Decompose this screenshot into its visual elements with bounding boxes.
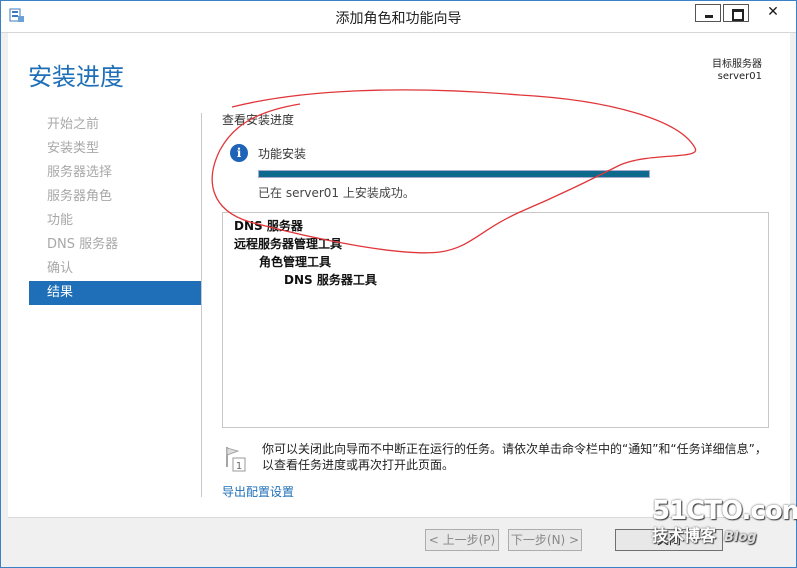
export-config-link[interactable]: 导出配置设置 — [222, 483, 294, 500]
result-item: 远程服务器管理工具 — [234, 237, 343, 251]
nav-item-installation-type: 安装类型 — [47, 141, 100, 156]
nav-item-confirmation: 确认 — [47, 261, 74, 276]
page-title: 安装进度 — [28, 63, 124, 91]
result-item: DNS 服务器 — [234, 219, 303, 233]
target-server-label: 目标服务器 — [712, 59, 762, 70]
wizard-content: 安装进度 目标服务器 server01 开始之前 安装类型 服务器选择 服务器角… — [8, 33, 790, 517]
wizard-window: 添加角色和功能向导 ✕ 安装进度 目标服务器 server01 开始之前 安装类… — [0, 0, 797, 568]
results-list: DNS 服务器 远程服务器管理工具 角色管理工具 DNS 服务器工具 — [222, 212, 769, 428]
wizard-nav: 开始之前 安装类型 服务器选择 服务器角色 功能 DNS 服务器 确认 结果 — [29, 113, 201, 305]
target-server: 目标服务器 server01 — [712, 59, 762, 83]
maximize-button[interactable] — [723, 4, 749, 22]
nav-item-features: 功能 — [47, 213, 74, 228]
info-icon: i — [230, 144, 248, 162]
nav-item-server-selection: 服务器选择 — [47, 165, 113, 180]
result-item: DNS 服务器工具 — [284, 273, 377, 287]
target-server-name: server01 — [717, 71, 762, 82]
result-item: 角色管理工具 — [259, 255, 332, 269]
background-task-note: 你可以关闭此向导而不中断正在运行的任务。请依次单击命令栏中的“通知”和“任务详细… — [262, 442, 767, 472]
title-bar: 添加角色和功能向导 ✕ — [1, 1, 796, 33]
svg-text:1: 1 — [236, 461, 242, 472]
nav-item-server-roles: 服务器角色 — [47, 189, 113, 204]
site-watermark: 51CTO.com 技术博客 Blog — [652, 496, 797, 546]
next-button[interactable]: 下一步(N) > — [508, 529, 582, 551]
maximize-icon — [724, 5, 748, 21]
progress-fill — [259, 171, 649, 177]
previous-button[interactable]: < 上一步(P) — [425, 529, 499, 551]
nav-item-results[interactable]: 结果 — [29, 281, 201, 305]
nav-item-before-you-begin: 开始之前 — [47, 117, 100, 132]
close-window-button[interactable]: ✕ — [751, 4, 795, 22]
minimize-button[interactable] — [695, 4, 721, 22]
watermark-blog: Blog — [724, 530, 757, 545]
install-progress-bar — [258, 170, 650, 178]
close-icon: ✕ — [767, 4, 779, 20]
flag-note-icon: 1 — [226, 447, 246, 472]
window-title: 添加角色和功能向导 — [335, 11, 462, 27]
install-status-text: 已在 server01 上安装成功。 — [258, 186, 415, 200]
section-label: 查看安装进度 — [222, 113, 295, 127]
feature-install-label: 功能安装 — [258, 147, 307, 161]
watermark-sub-text: 技术博客 — [652, 526, 717, 545]
nav-divider — [201, 113, 202, 497]
nav-item-dns-server: DNS 服务器 — [47, 237, 119, 252]
minimize-icon — [696, 5, 720, 21]
